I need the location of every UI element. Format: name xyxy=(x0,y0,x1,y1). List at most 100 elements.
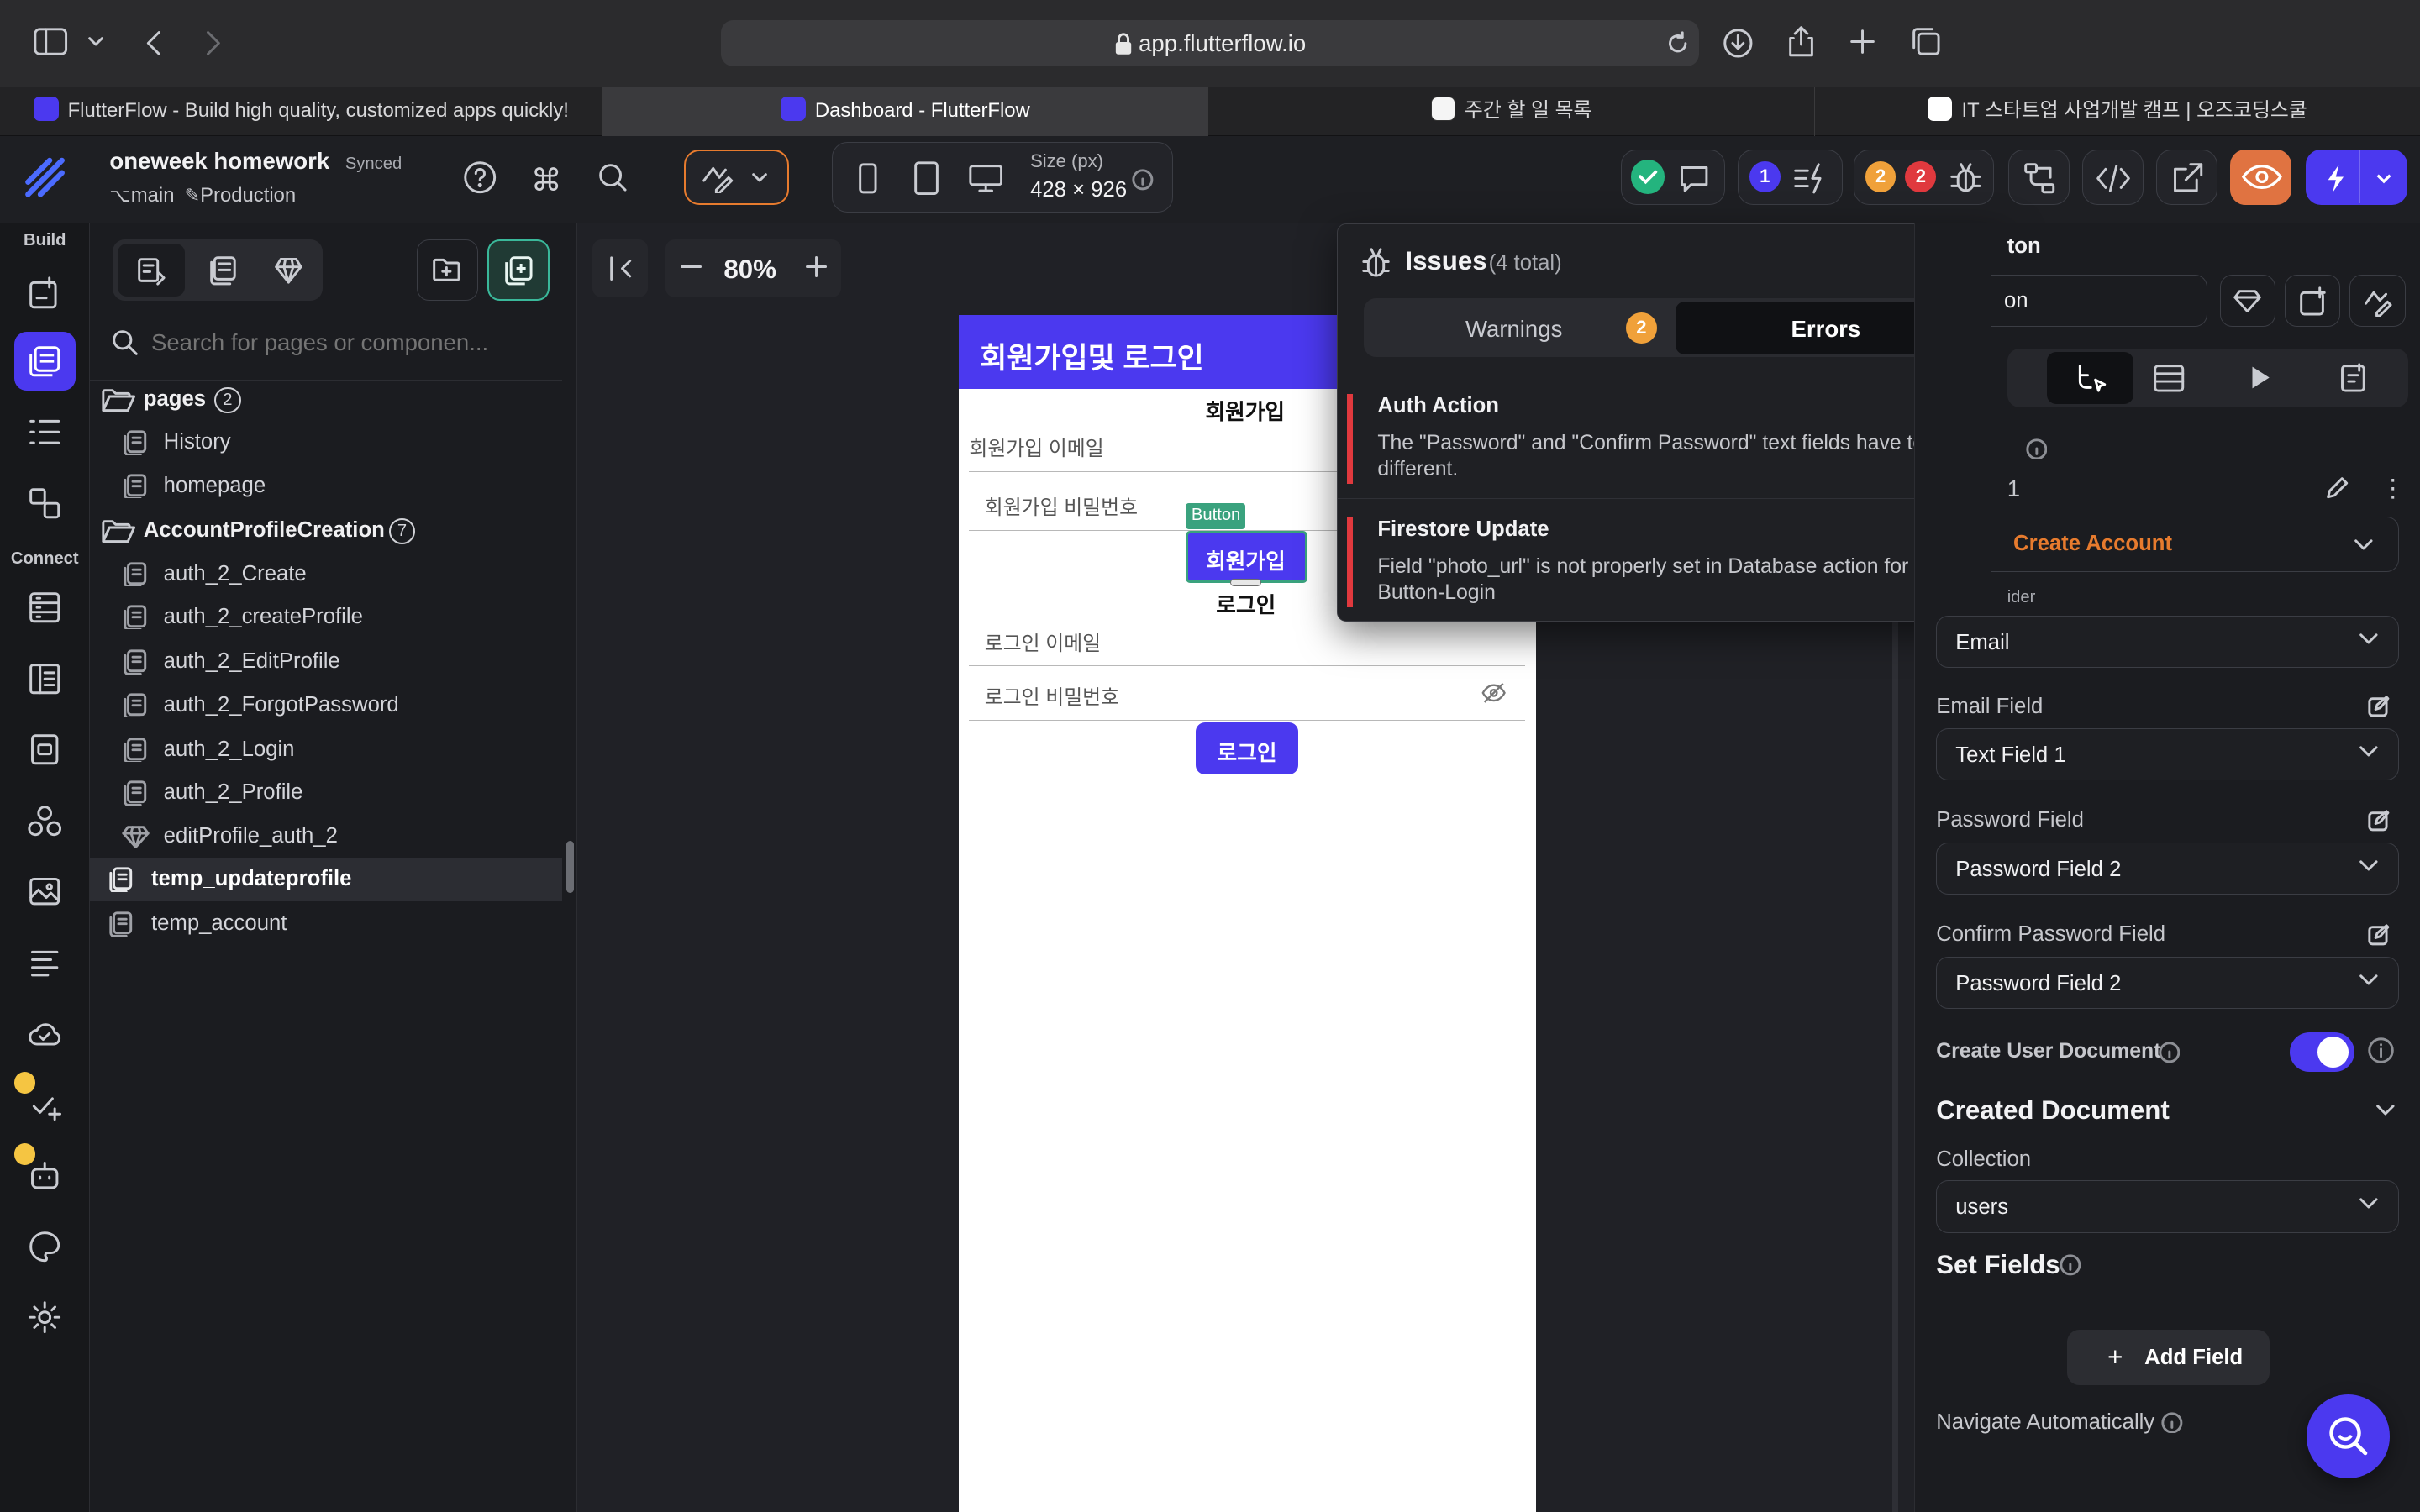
signup-button[interactable]: 회원가입 xyxy=(1185,530,1307,584)
rail-components[interactable] xyxy=(14,474,76,533)
page-item-auth-2-profile[interactable]: auth_2_Profile xyxy=(90,771,562,814)
zoom-out-icon[interactable] xyxy=(677,253,705,281)
project-name[interactable]: oneweek homework Synced xyxy=(109,148,402,175)
preview-button[interactable] xyxy=(2230,150,2292,206)
info-icon[interactable] xyxy=(2026,438,2048,460)
browser-tab-dashboard[interactable]: Dashboard - FlutterFlow xyxy=(603,86,1209,136)
widget-tools-button[interactable] xyxy=(2349,274,2406,328)
rail-agents[interactable] xyxy=(13,1142,76,1205)
tab-page-tree[interactable] xyxy=(117,244,186,297)
page-item-history[interactable]: History xyxy=(90,421,562,464)
rail-add-widget[interactable] xyxy=(14,264,76,323)
info-icon[interactable] xyxy=(1132,169,1154,191)
tablet-icon[interactable] xyxy=(913,161,940,196)
status-and-comments[interactable] xyxy=(1620,150,1726,206)
rail-widget-tree[interactable] xyxy=(14,402,76,461)
tab-actions[interactable] xyxy=(2047,351,2134,405)
rail-schema[interactable] xyxy=(14,649,76,708)
more-vertical-icon[interactable]: ⋮ xyxy=(2381,474,2405,503)
confirm-password-dropdown[interactable]: Password Field 2 xyxy=(1936,956,2400,1010)
collection-dropdown[interactable]: users xyxy=(1936,1180,2400,1233)
rail-integrations[interactable] xyxy=(14,791,76,850)
info-icon[interactable] xyxy=(2161,1411,2183,1434)
promote-component-button[interactable] xyxy=(2220,274,2276,328)
page-item-auth-2-create-profile[interactable]: auth_2_createProfile xyxy=(90,596,562,638)
rail-firestore[interactable] xyxy=(14,579,76,638)
code-view-button[interactable] xyxy=(2081,150,2144,206)
desktop-icon[interactable] xyxy=(968,163,1002,194)
folder-pages[interactable]: pages 2 xyxy=(90,378,562,421)
open-external-button[interactable] xyxy=(2155,150,2218,206)
issues-button[interactable]: 2 2 xyxy=(1853,150,1994,206)
create-user-document-toggle[interactable] xyxy=(2289,1032,2354,1073)
rail-settings[interactable] xyxy=(14,1289,76,1347)
page-item-temp-updateprofile[interactable]: temp_updateprofile xyxy=(89,858,562,901)
new-folder-button[interactable] xyxy=(416,239,479,302)
page-item-auth-2-create[interactable]: auth_2_Create xyxy=(90,553,562,596)
widget-mode-dropdown[interactable] xyxy=(683,150,789,206)
login-button[interactable]: 로그인 xyxy=(1196,722,1298,774)
folder-account-profile-creation[interactable]: AccountProfileCreation 7 xyxy=(90,509,562,552)
email-field-dropdown[interactable]: Text Field 1 xyxy=(1936,727,2400,781)
page-item-temp-account[interactable]: temp_account xyxy=(90,902,562,945)
rail-theme[interactable] xyxy=(14,1217,76,1276)
action-type-dropdown[interactable]: Create Account xyxy=(1991,517,2400,573)
collapse-panel-button[interactable] xyxy=(592,239,649,298)
tab-warnings[interactable]: Warnings 2 xyxy=(1366,302,1669,354)
backend-query-icon[interactable] xyxy=(2152,363,2186,394)
browser-tab-flutterflow[interactable]: FlutterFlow - Build high quality, custom… xyxy=(0,86,604,136)
rail-api[interactable] xyxy=(14,933,76,992)
phone-icon[interactable] xyxy=(857,163,879,194)
help-icon[interactable] xyxy=(463,160,497,194)
add-field-button[interactable]: + Add Field xyxy=(2067,1330,2270,1386)
components-tab-icon[interactable] xyxy=(208,255,239,286)
password-field-dropdown[interactable]: Password Field 2 xyxy=(1936,842,2400,895)
component-item-edit-profile-auth-2[interactable]: editProfile_auth_2 xyxy=(90,815,562,858)
chevron-down-icon[interactable] xyxy=(87,35,105,48)
play-icon[interactable] xyxy=(2248,364,2272,391)
tree-scrollbar[interactable] xyxy=(566,840,575,894)
edit-square-icon[interactable] xyxy=(2368,810,2390,832)
auth-provider-dropdown[interactable]: Email xyxy=(1936,615,2400,669)
address-bar[interactable]: app.flutterflow.io xyxy=(720,19,1700,66)
search-icon[interactable] xyxy=(597,162,629,193)
browser-tab-oz[interactable]: IT 스타트업 사업개발 캠프 | 오즈코딩스쿨 xyxy=(1815,87,2420,136)
page-item-auth-2-edit-profile[interactable]: auth_2_EditProfile xyxy=(90,640,562,683)
add-widget-button[interactable] xyxy=(2285,274,2341,328)
command-icon[interactable]: ⌘ xyxy=(531,162,562,198)
tab-overview-icon[interactable] xyxy=(1911,26,1942,57)
support-chat-button[interactable] xyxy=(2307,1394,2391,1478)
page-search-input[interactable] xyxy=(150,319,556,366)
add-page-button[interactable] xyxy=(487,239,550,302)
chevron-down-icon[interactable] xyxy=(2375,1105,2396,1117)
page-item-auth-2-forgot-password[interactable]: auth_2_ForgotPassword xyxy=(90,684,562,727)
size-value[interactable]: 428 × 926 xyxy=(1030,178,1127,202)
widget-name-input[interactable]: on xyxy=(1991,274,2208,328)
page-item-homepage[interactable]: homepage xyxy=(90,465,562,507)
tests-doc-icon[interactable] xyxy=(2338,362,2369,394)
download-icon[interactable] xyxy=(1723,28,1754,59)
sidebar-toggle-icon[interactable] xyxy=(34,28,68,55)
quick-actions-button[interactable]: 1 xyxy=(1738,150,1843,206)
rail-cloud[interactable] xyxy=(14,1005,76,1063)
edit-square-icon[interactable] xyxy=(2368,924,2390,946)
info-icon[interactable] xyxy=(2367,1037,2395,1064)
new-tab-icon[interactable] xyxy=(1849,28,1876,55)
diamond-icon[interactable] xyxy=(273,255,304,286)
flutterflow-logo-icon[interactable] xyxy=(22,151,68,201)
branching-button[interactable] xyxy=(2007,150,2070,206)
issue-item[interactable]: Auth Action The "Password" and "Confirm … xyxy=(1337,379,2005,500)
login-password-field[interactable]: 로그인 비밀번호 xyxy=(969,665,1525,721)
back-icon[interactable] xyxy=(142,28,164,59)
info-icon[interactable] xyxy=(2159,1042,2181,1063)
zoom-in-icon[interactable] xyxy=(802,253,830,281)
run-button[interactable] xyxy=(2306,150,2408,206)
forward-icon[interactable] xyxy=(203,28,225,59)
info-icon[interactable] xyxy=(2060,1254,2081,1276)
page-item-auth-2-login[interactable]: auth_2_Login xyxy=(90,728,562,771)
rail-media[interactable] xyxy=(14,863,76,921)
share-icon[interactable] xyxy=(1787,24,1815,58)
edit-icon[interactable] xyxy=(2325,475,2349,500)
browser-tab-notion[interactable]: 주간 할 일 목록 xyxy=(1208,86,1815,136)
zoom-level[interactable]: 80% xyxy=(723,255,776,285)
